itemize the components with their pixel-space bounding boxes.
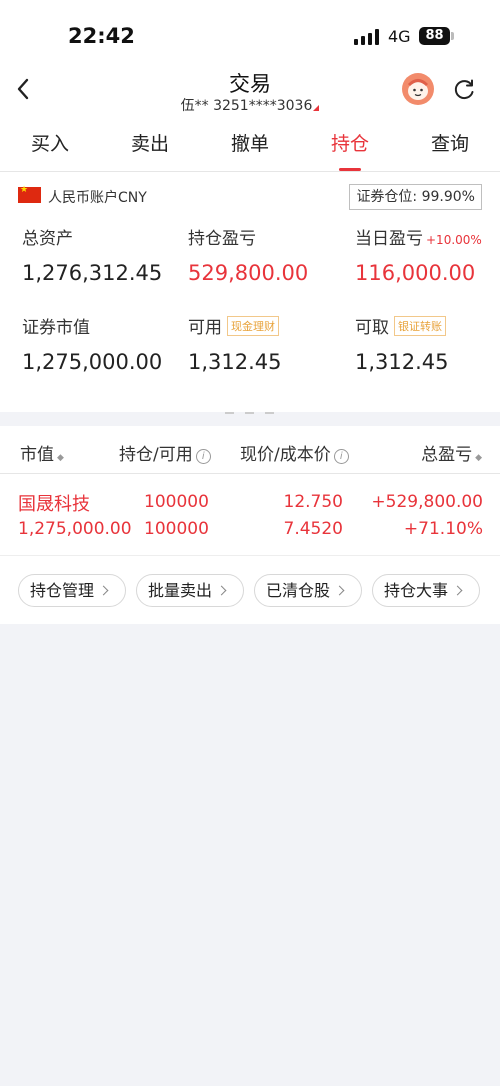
- page-indicator: [225, 399, 285, 418]
- currency-label: 人民币账户CNY: [48, 190, 147, 206]
- signal-icon: [354, 29, 380, 45]
- position-ratio: 证券仓位: 99.90%: [349, 184, 482, 210]
- info-icon: i: [333, 449, 349, 464]
- header-total-pnl[interactable]: 总盈亏 ◆: [421, 440, 482, 465]
- info-icon: i: [195, 449, 211, 464]
- tab-buy[interactable]: 买入: [0, 120, 100, 171]
- position-pnl-value: 529,800.00: [188, 261, 309, 285]
- batch-sell-button[interactable]: 批量卖出: [136, 574, 244, 607]
- stock-price: 12.750: [283, 492, 343, 512]
- stock-pnl: +529,800.00: [371, 492, 483, 512]
- avatar-face-icon: [407, 79, 429, 100]
- available: 可用 现金理财 1,312.45: [188, 313, 282, 374]
- stock-available: 100000: [144, 519, 209, 539]
- dropdown-triangle-icon: [313, 105, 320, 111]
- chevron-right-icon: [334, 585, 345, 596]
- tab-query[interactable]: 查询: [400, 120, 500, 171]
- account-header: ★ 人民币账户CNY 证券仓位: 99.90%: [18, 184, 482, 210]
- network-label: 4G: [388, 27, 411, 46]
- chevron-right-icon: [98, 585, 109, 596]
- table-row[interactable]: 国晟科技 1,275,000.00 100000 100000 12.750 7…: [0, 474, 500, 556]
- stock-market-value: 1,275,000.00: [18, 519, 132, 539]
- day-pnl-value: 116,000.00: [355, 261, 476, 285]
- total-assets-label: 总资产: [22, 229, 73, 249]
- cleared-stocks-button[interactable]: 已清仓股: [254, 574, 362, 607]
- tab-holdings[interactable]: 持仓: [300, 120, 400, 171]
- sort-icon: ◆: [57, 453, 64, 463]
- trade-tabs: 买入 卖出 撤单 持仓 查询: [0, 120, 500, 172]
- available-value: 1,312.45: [188, 350, 282, 374]
- battery-icon: 88: [419, 27, 450, 45]
- refresh-icon[interactable]: [451, 77, 477, 103]
- market-value: 证券市值 1,275,000.00: [22, 313, 162, 374]
- total-assets-value: 1,276,312.45: [22, 261, 163, 285]
- stock-pnl-pct: +71.10%: [403, 519, 483, 539]
- cash-management-chip[interactable]: 现金理财: [227, 316, 279, 336]
- withdrawable-value: 1,312.45: [355, 350, 449, 374]
- stock-cost: 7.4520: [283, 519, 343, 539]
- position-pnl-label: 持仓盈亏: [188, 229, 256, 249]
- day-pnl: 当日盈亏 +10.00% 116,000.00: [355, 224, 482, 285]
- holding-events-button[interactable]: 持仓大事: [372, 574, 480, 607]
- withdrawable: 可取 银证转账 1,312.45: [355, 313, 449, 374]
- sort-icon: ◆: [475, 453, 482, 463]
- header-holding[interactable]: 持仓/可用 i: [119, 440, 211, 465]
- status-time: 22:42: [68, 24, 135, 48]
- holdings-header: 市值 ◆ 持仓/可用 i 现价/成本价 i 总盈亏 ◆: [0, 426, 500, 474]
- status-bar: 22:42 4G 88: [0, 0, 500, 64]
- day-pnl-pct: +10.00%: [426, 233, 482, 247]
- account-number: 伍** 3251****3036: [180, 98, 313, 114]
- position-pnl: 持仓盈亏 529,800.00: [188, 224, 308, 285]
- manage-holdings-button[interactable]: 持仓管理: [18, 574, 126, 607]
- nav-bar: 交易 伍** 3251****3036: [0, 64, 500, 120]
- account-summary: ★ 人民币账户CNY 证券仓位: 99.90% 总资产 1,276,312.45…: [0, 172, 500, 414]
- stock-holding: 100000: [144, 492, 209, 512]
- avatar[interactable]: [402, 73, 434, 105]
- header-market-value[interactable]: 市值 ◆: [20, 440, 64, 465]
- tab-sell[interactable]: 卖出: [100, 120, 200, 171]
- withdrawable-label: 可取: [355, 318, 389, 338]
- china-flag-icon: ★: [18, 185, 41, 203]
- battery-tip: [451, 32, 454, 40]
- market-value-label: 证券市值: [22, 318, 90, 338]
- bank-transfer-chip[interactable]: 银证转账: [394, 316, 446, 336]
- header-price[interactable]: 现价/成本价 i: [240, 440, 349, 465]
- market-value-value: 1,275,000.00: [22, 350, 163, 374]
- available-label: 可用: [188, 318, 222, 338]
- chevron-right-icon: [452, 585, 463, 596]
- day-pnl-label: 当日盈亏: [355, 229, 423, 249]
- holdings-panel: 市值 ◆ 持仓/可用 i 现价/成本价 i 总盈亏 ◆ 国晟科技 1,275,000.0…: [0, 426, 500, 624]
- chevron-right-icon: [216, 585, 227, 596]
- total-assets: 总资产 1,276,312.45: [22, 224, 162, 285]
- stock-name: 国晟科技: [18, 494, 90, 515]
- tab-cancel[interactable]: 撤单: [200, 120, 300, 171]
- header-area: 22:42 4G 88 交易 伍** 3251****3036 买入 卖出 撤单…: [0, 0, 500, 414]
